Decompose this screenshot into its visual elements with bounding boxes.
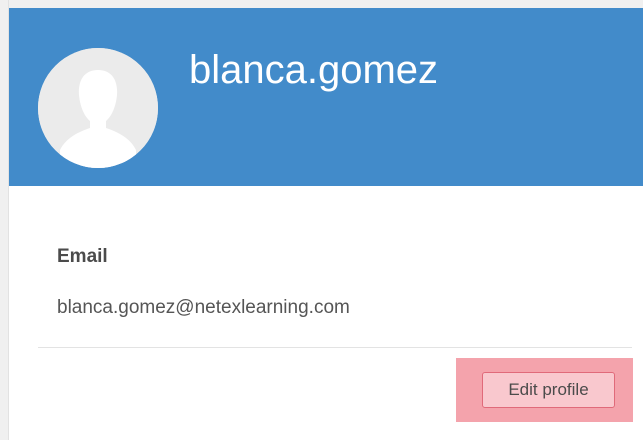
profile-page: blanca.gomez Email blanca.gomez@netexlea… [0, 0, 643, 440]
email-label: Email [57, 246, 108, 267]
default-user-silhouette-icon [38, 48, 158, 168]
avatar [38, 48, 158, 168]
profile-username: blanca.gomez [189, 48, 439, 92]
email-value: blanca.gomez@netexlearning.com [57, 297, 350, 318]
profile-header: blanca.gomez [9, 8, 643, 186]
profile-card: blanca.gomez Email blanca.gomez@netexlea… [9, 8, 643, 440]
top-border [0, 0, 643, 8]
left-border [0, 0, 9, 440]
divider [38, 347, 632, 348]
edit-profile-button[interactable]: Edit profile [482, 372, 615, 408]
